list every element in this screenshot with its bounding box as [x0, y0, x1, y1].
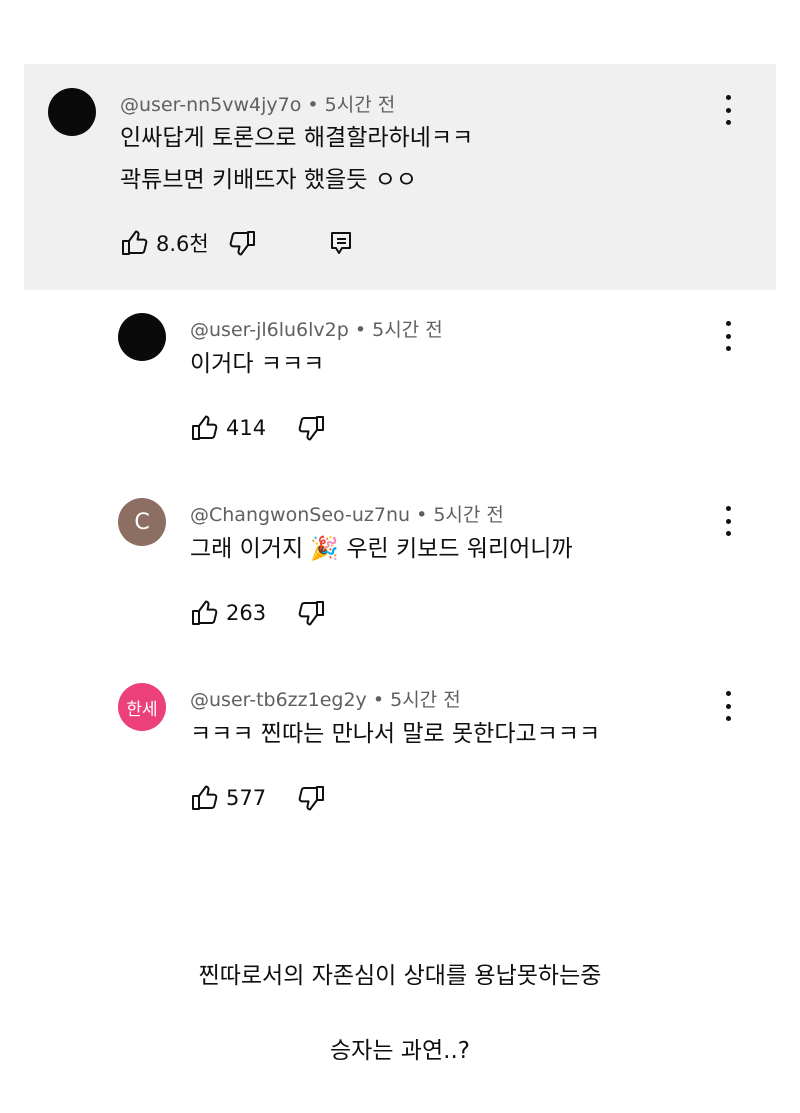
caption-line: 찐따로서의 자존심이 상대를 용납못하는중: [198, 963, 602, 989]
comment-meta: @user-jl6lu6lv2p • 5시간 전: [190, 315, 443, 342]
comment-text-line: 그래 이거지 🎉 우린 키보드 워리어니까: [190, 536, 573, 562]
comment-text-line: ㅋㅋㅋ 찐따는 만나서 말로 못한다고ㅋㅋㅋ: [190, 721, 601, 747]
comment-time: • 5시간 전: [372, 689, 461, 711]
comment-text-line: 인싸답게 토론으로 해결할라하네ㅋㅋ: [120, 125, 474, 151]
comment-meta: @user-nn5vw4jy7o • 5시간 전: [120, 90, 395, 117]
comment-text-line: 이거다 ㅋㅋㅋ: [190, 351, 325, 377]
like-count: 8.6천: [156, 232, 209, 256]
avatar[interactable]: C: [118, 498, 166, 546]
kebab-menu-icon[interactable]: [718, 691, 738, 721]
thumbs-up-icon[interactable]: [190, 599, 220, 627]
comment-actions: 577: [190, 784, 326, 812]
comment-meta: @ChangwonSeo-uz7nu • 5시간 전: [190, 500, 504, 527]
thumbs-down-icon[interactable]: [296, 599, 326, 627]
thumbs-up-icon[interactable]: [120, 229, 150, 257]
kebab-menu-icon[interactable]: [718, 95, 738, 125]
reply-icon[interactable]: [329, 230, 353, 256]
avatar[interactable]: [118, 313, 166, 361]
comment-actions: 263: [190, 599, 326, 627]
comment-text-line: 곽튜브면 키배뜨자 했을듯 ㅇㅇ: [120, 167, 418, 193]
avatar[interactable]: 한세: [118, 683, 166, 731]
comment-author[interactable]: @ChangwonSeo-uz7nu: [190, 504, 410, 526]
comment-time: • 5시간 전: [354, 319, 443, 341]
comment-actions: 414: [190, 414, 326, 442]
thumbs-down-icon[interactable]: [296, 414, 326, 442]
comment-actions: 8.6천: [120, 228, 353, 258]
like-count: 577: [226, 786, 267, 810]
comment-time: • 5시간 전: [416, 504, 504, 526]
comment-time: • 5시간 전: [307, 94, 396, 116]
comment-author[interactable]: @user-tb6zz1eg2y: [190, 689, 367, 711]
thumbs-up-icon[interactable]: [190, 784, 220, 812]
thumbs-down-icon[interactable]: [296, 784, 326, 812]
comment-meta: @user-tb6zz1eg2y • 5시간 전: [190, 685, 461, 712]
caption-line: 승자는 과연..?: [330, 1038, 470, 1064]
kebab-menu-icon[interactable]: [718, 506, 738, 536]
like-count: 414: [226, 416, 267, 440]
avatar[interactable]: [48, 88, 96, 136]
thumbs-up-icon[interactable]: [190, 414, 220, 442]
comment-author[interactable]: @user-jl6lu6lv2p: [190, 319, 349, 341]
thumbs-down-icon[interactable]: [227, 229, 257, 257]
kebab-menu-icon[interactable]: [718, 321, 738, 351]
like-count: 263: [226, 601, 267, 625]
comment-author[interactable]: @user-nn5vw4jy7o: [120, 94, 301, 116]
